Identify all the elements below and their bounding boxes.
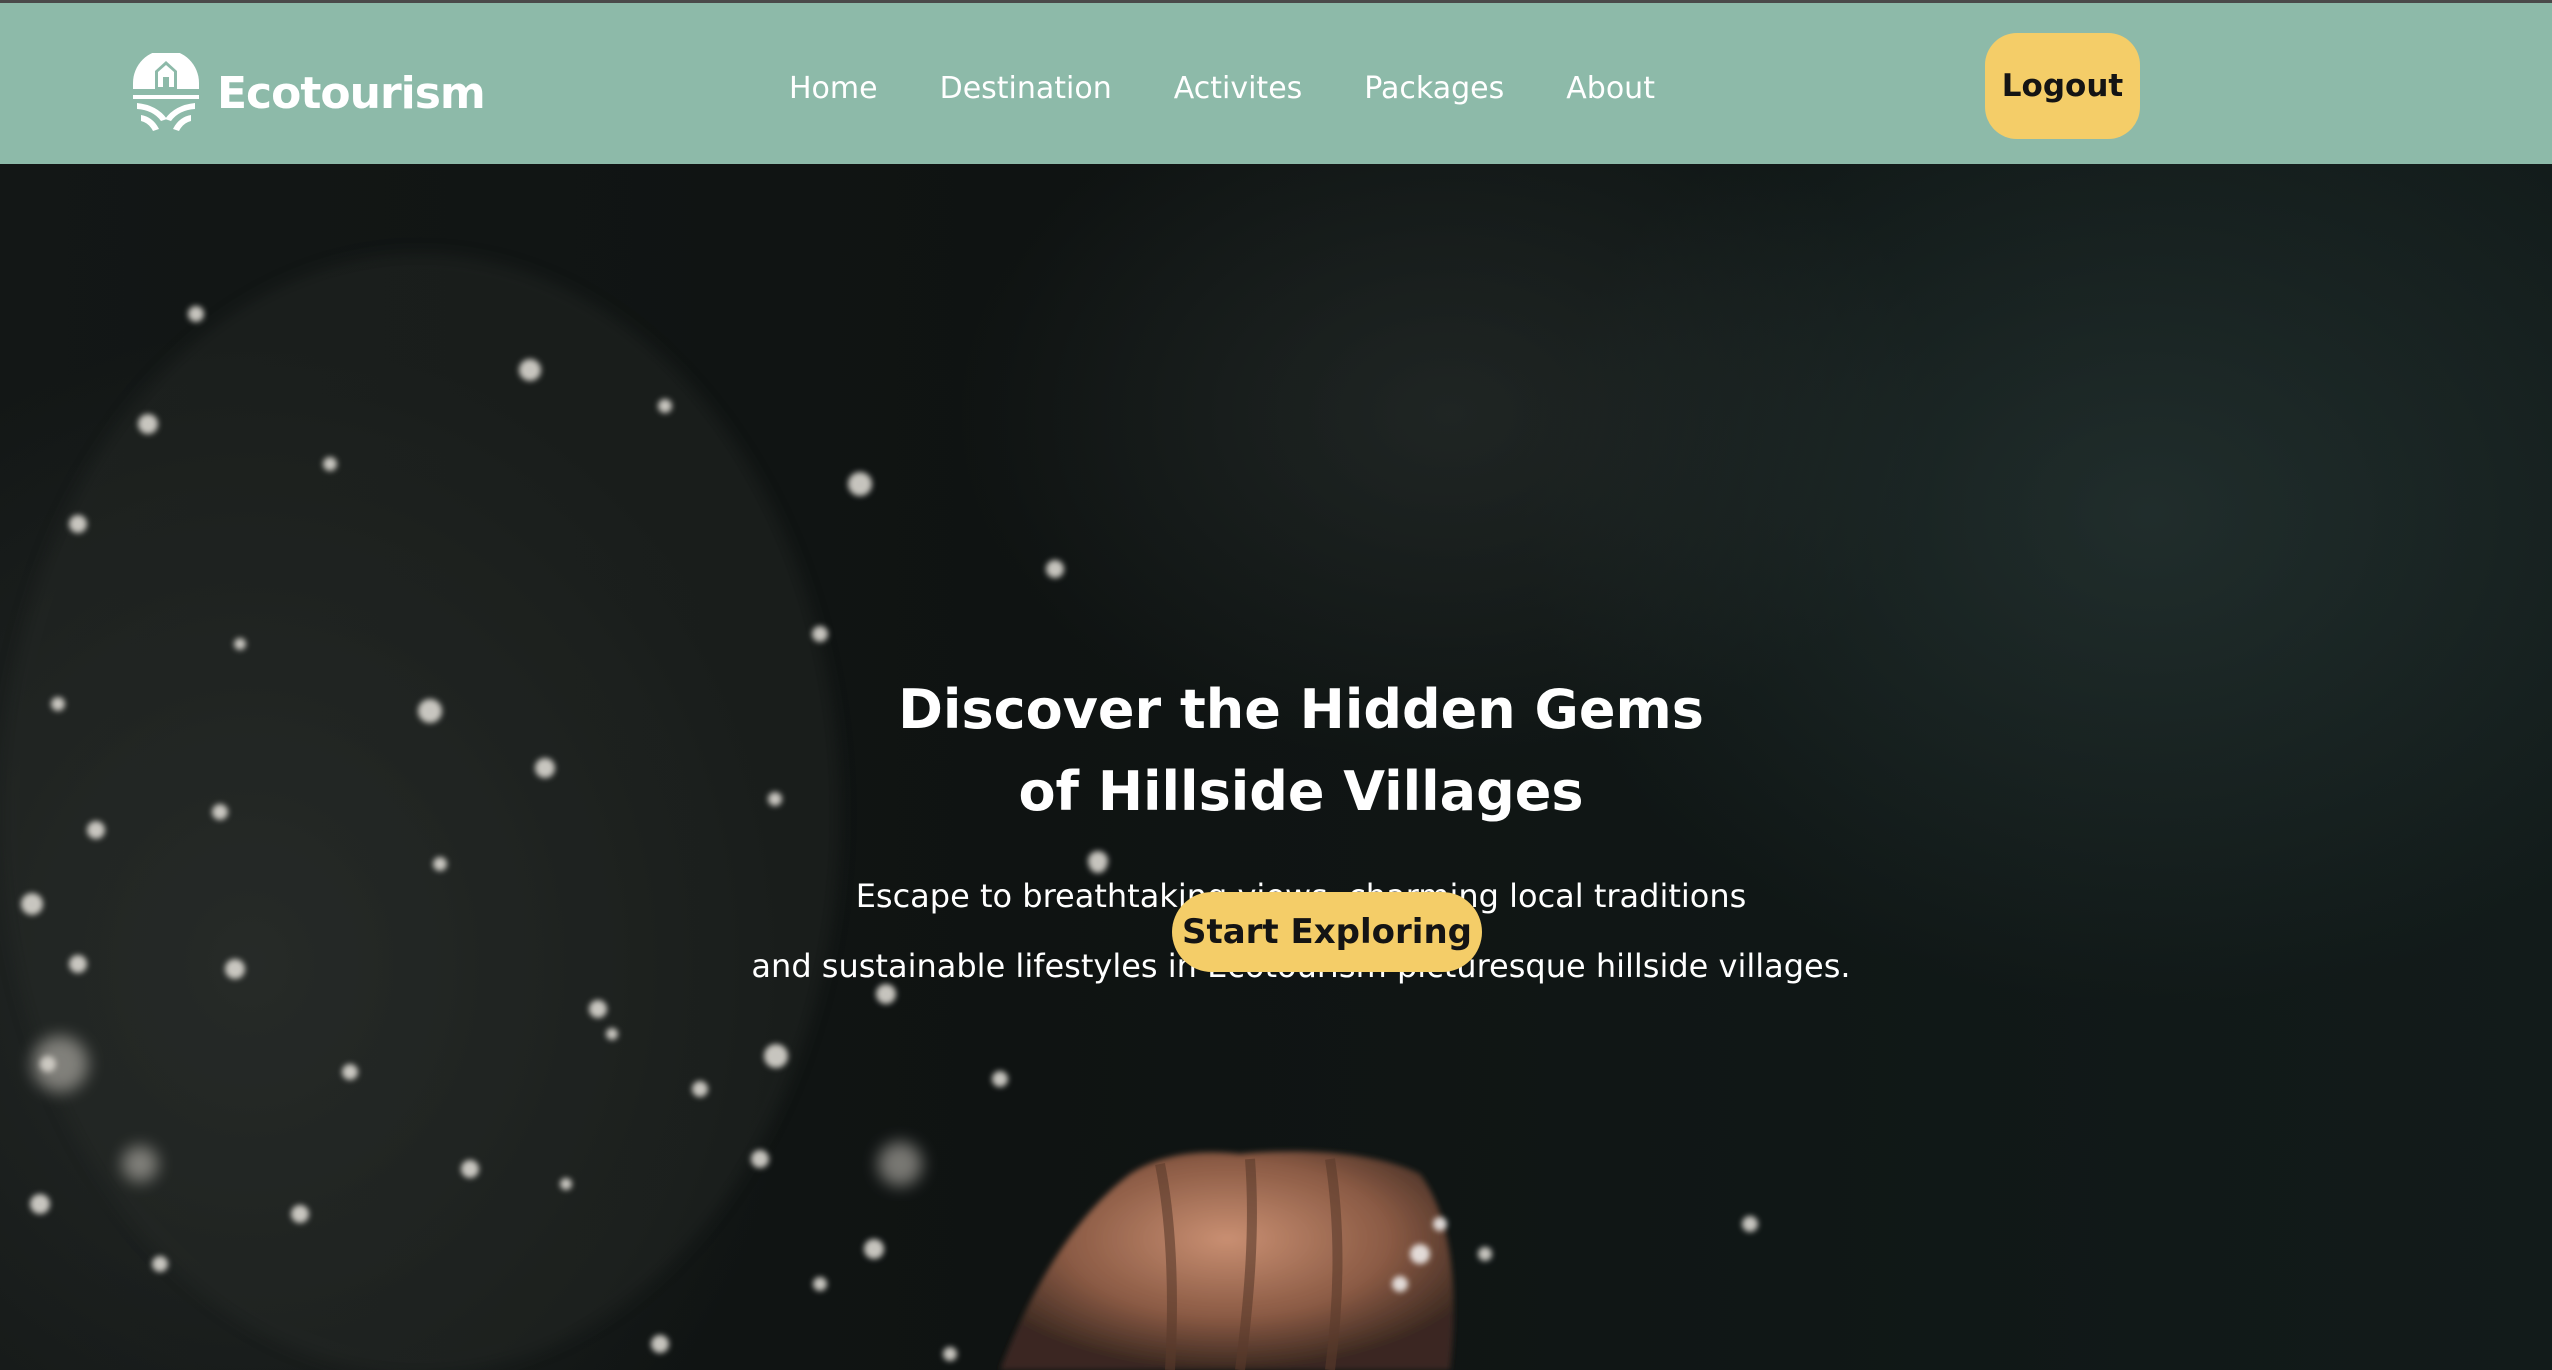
village-logo-icon (133, 53, 199, 131)
nav-link-destination[interactable]: Destination (940, 71, 1112, 106)
nav-link-packages[interactable]: Packages (1364, 71, 1504, 106)
hero-title-line-2: of Hillside Villages (1018, 760, 1584, 823)
main-navigation: Home Destination Activites Packages Abou… (789, 65, 1655, 111)
top-navbar: Ecotourism Home Destination Activites Pa… (0, 3, 2552, 164)
nav-link-about[interactable]: About (1566, 71, 1655, 106)
nav-link-activities[interactable]: Activites (1174, 71, 1303, 106)
hero-title-line-1: Discover the Hidden Gems (898, 678, 1704, 741)
nav-link-home[interactable]: Home (789, 71, 878, 106)
logout-button[interactable]: Logout (1985, 33, 2140, 139)
brand-logo[interactable]: Ecotourism (127, 53, 486, 133)
start-exploring-button[interactable]: Start Exploring (1172, 892, 1482, 972)
hero-title: Discover the Hidden Gems of Hillside Vil… (676, 669, 1926, 833)
hero-section: Discover the Hidden Gems of Hillside Vil… (0, 164, 2552, 1370)
brand-name: Ecotourism (217, 67, 486, 119)
